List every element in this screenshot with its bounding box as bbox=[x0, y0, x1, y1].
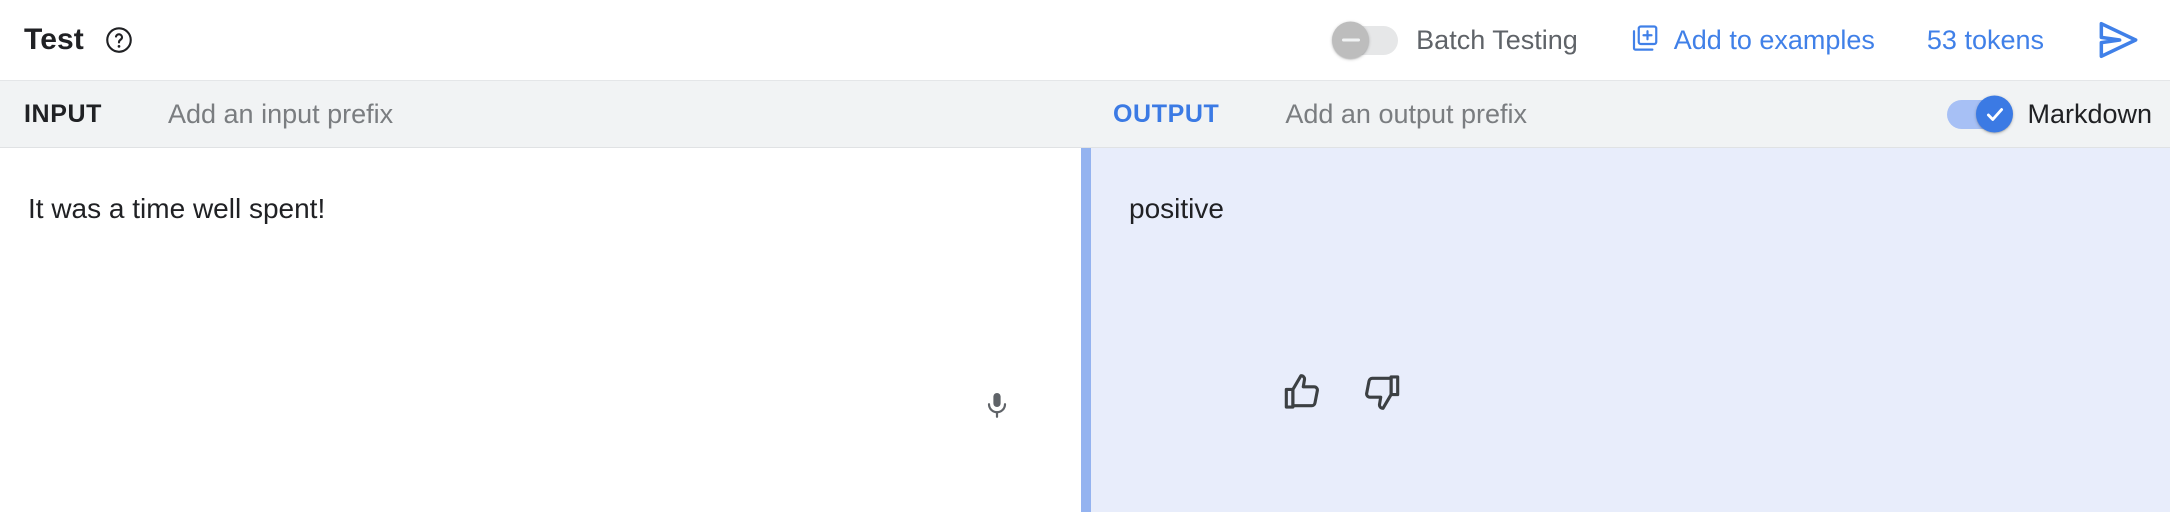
microphone-icon[interactable] bbox=[982, 388, 1012, 422]
output-panel: positive bbox=[1081, 148, 2170, 512]
output-prefix-field[interactable] bbox=[1285, 98, 1846, 130]
input-panel[interactable] bbox=[0, 148, 1081, 512]
token-count-label[interactable]: 53 tokens bbox=[1927, 25, 2044, 56]
add-to-examples-label: Add to examples bbox=[1673, 24, 1875, 55]
input-textarea[interactable] bbox=[28, 190, 908, 370]
add-to-examples-button[interactable]: Add to examples bbox=[1630, 23, 1875, 58]
output-prefix-section: OUTPUT Markdown bbox=[1081, 81, 2170, 147]
batch-testing-toggle[interactable] bbox=[1332, 21, 1399, 59]
input-section-tag: INPUT bbox=[24, 99, 102, 128]
test-page: Test Batch Testing Add to examples 53 to… bbox=[0, 0, 2170, 512]
library-add-icon bbox=[1630, 23, 1660, 58]
markdown-toggle[interactable] bbox=[1947, 95, 2014, 133]
input-prefix-field[interactable] bbox=[168, 98, 728, 130]
send-arrow-icon[interactable] bbox=[2096, 20, 2142, 60]
batch-testing-control[interactable]: Batch Testing bbox=[1332, 21, 1578, 59]
prefix-bar: INPUT OUTPUT Markdown bbox=[0, 81, 2170, 148]
toggle-off-dash-icon bbox=[1341, 38, 1360, 42]
io-panels: positive bbox=[0, 148, 2170, 512]
markdown-control[interactable]: Markdown bbox=[1947, 95, 2170, 133]
page-header: Test Batch Testing Add to examples 53 to… bbox=[0, 0, 2170, 81]
output-section-tag: OUTPUT bbox=[1113, 99, 1220, 128]
output-text: positive bbox=[1129, 193, 1224, 224]
toggle-thumb bbox=[1332, 21, 1370, 59]
header-actions: Batch Testing Add to examples 53 tokens bbox=[1332, 20, 2142, 60]
help-circle-icon[interactable] bbox=[104, 25, 134, 55]
toggle-thumb bbox=[1976, 95, 2014, 133]
thumb-up-icon[interactable] bbox=[1281, 370, 1325, 414]
check-icon bbox=[1986, 107, 2003, 121]
input-prefix-section: INPUT bbox=[0, 81, 1081, 147]
markdown-label: Markdown bbox=[2027, 98, 2152, 129]
header-left-group: Test bbox=[24, 25, 134, 55]
thumb-down-icon[interactable] bbox=[1359, 370, 1403, 414]
batch-testing-label: Batch Testing bbox=[1416, 24, 1578, 55]
page-title: Test bbox=[24, 23, 84, 56]
feedback-row bbox=[1281, 370, 1403, 414]
